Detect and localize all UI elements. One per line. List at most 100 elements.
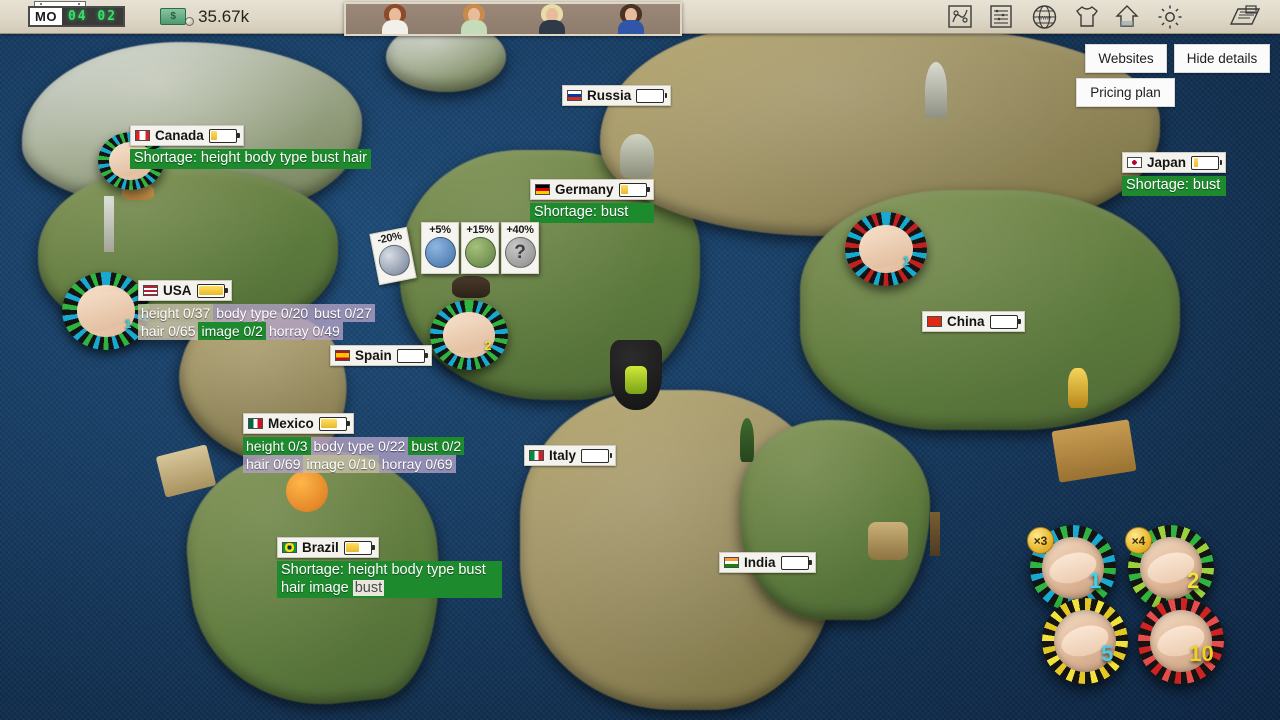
tshirt-icon[interactable] [1073, 4, 1100, 30]
portrait-slot-4[interactable] [614, 4, 648, 34]
chip-10-value: 10 [1189, 641, 1213, 667]
chip-1[interactable]: 1 ×3 [1030, 525, 1116, 611]
country-label-japan[interactable]: Japan Shortage: bust [1122, 152, 1226, 196]
russia-header[interactable]: Russia [562, 85, 671, 106]
flag-usa [143, 285, 158, 296]
portrait-slot-1[interactable] [378, 4, 412, 34]
map-icon[interactable] [947, 4, 974, 30]
spain-header[interactable]: Spain [330, 345, 432, 366]
decor-golden-idol [1068, 368, 1088, 408]
decor-space-needle [104, 196, 114, 252]
usa-header[interactable]: USA [138, 280, 232, 301]
flag-india [724, 557, 739, 568]
www-globe-icon[interactable]: www [1031, 4, 1058, 30]
bonus-card-bed[interactable]: +5% [421, 222, 459, 274]
china-name: China [947, 314, 985, 329]
flag-russia [567, 90, 582, 101]
country-label-brazil[interactable]: Brazil Shortage: height body type bust h… [277, 537, 502, 598]
flag-canada [135, 130, 150, 141]
bonus-card-garden[interactable]: +15% [461, 222, 499, 274]
brazil-shortage: Shortage: height body type bust hair ima… [277, 561, 502, 598]
country-label-spain[interactable]: Spain [330, 345, 432, 366]
mexico-stat-image: image 0/10 [303, 455, 378, 473]
chip-5-value: 5 [1101, 641, 1113, 667]
spain-battery [397, 349, 425, 363]
brazil-battery [344, 541, 372, 555]
pricing-plan-button[interactable]: Pricing plan [1076, 78, 1175, 107]
italy-name: Italy [549, 448, 576, 463]
germany-battery [619, 183, 647, 197]
chip-1-multiplier: ×3 [1027, 527, 1054, 554]
portrait-slot-3[interactable] [535, 4, 569, 34]
mexico-battery [319, 417, 347, 431]
bonus-card-unknown-pct: +40% [506, 224, 533, 236]
map-token-usa[interactable]: 1 [62, 272, 150, 350]
chip-10[interactable]: 10 [1138, 598, 1224, 684]
usa-stat-image: image 0/2 [198, 322, 265, 340]
decor-soccer-ball [286, 470, 328, 512]
italy-header[interactable]: Italy [524, 445, 616, 466]
country-label-canada[interactable]: Canada Shortage: height body type bust h… [130, 125, 371, 169]
map-token-spain-num: 2 [484, 338, 491, 353]
japan-name: Japan [1147, 155, 1186, 170]
country-label-china[interactable]: China [922, 311, 1025, 332]
map-token-spain[interactable]: 2 [430, 300, 508, 370]
canada-name: Canada [155, 128, 204, 143]
portrait-slot-2[interactable] [457, 4, 491, 34]
chip-1-value: 1 [1089, 568, 1101, 594]
russia-battery [636, 89, 664, 103]
decor-monument-russia [925, 62, 947, 118]
bonus-card-laundry-pct: -20% [376, 230, 402, 246]
bonus-card-unknown-art: ? [505, 237, 536, 268]
flag-japan [1127, 157, 1142, 168]
bonus-card-garden-art [465, 237, 496, 268]
india-header[interactable]: India [719, 552, 816, 573]
upgrade-arrow-icon[interactable] [1115, 4, 1142, 30]
websites-button[interactable]: Websites [1085, 44, 1167, 73]
character-portrait-tray[interactable] [344, 2, 682, 36]
gear-icon[interactable] [1157, 4, 1184, 30]
decor-snake-basket-india [868, 522, 908, 560]
germany-shortage: Shortage: bust [530, 203, 654, 223]
ledger-icon[interactable] [989, 4, 1016, 30]
usa-stat-height: height 0/37 [138, 304, 213, 322]
mexico-stat-bust: bust 0/2 [408, 437, 464, 455]
india-battery [781, 556, 809, 570]
japan-header[interactable]: Japan [1122, 152, 1226, 173]
canada-shortage: Shortage: height body type bust hair [130, 149, 371, 169]
map-token-usa-num: 1 [124, 316, 131, 331]
country-label-usa[interactable]: USA height 0/37body type 0/20bust 0/27 h… [138, 280, 375, 340]
hide-details-button[interactable]: Hide details [1174, 44, 1270, 73]
map-token-asia[interactable]: 1 [845, 212, 927, 286]
bonus-card-unknown[interactable]: +40% ? [501, 222, 539, 274]
decor-bison [452, 276, 490, 298]
country-label-mexico[interactable]: Mexico height 0/3body type 0/22bust 0/2 … [243, 413, 464, 473]
decor-lamp-glow [625, 366, 647, 394]
canada-battery [209, 129, 237, 143]
toolbar-icon-group: www [947, 0, 1184, 34]
mexico-header[interactable]: Mexico [243, 413, 354, 434]
spain-name: Spain [355, 348, 392, 363]
germany-header[interactable]: Germany [530, 179, 654, 200]
clock-widget[interactable]: MO 04 02 [28, 6, 125, 27]
china-header[interactable]: China [922, 311, 1025, 332]
flag-germany [535, 184, 550, 195]
canada-header[interactable]: Canada [130, 125, 244, 146]
italy-battery [581, 449, 609, 463]
brazil-name: Brazil [302, 540, 339, 555]
country-label-russia[interactable]: Russia [562, 85, 671, 106]
brazil-header[interactable]: Brazil [277, 537, 379, 558]
chip-5[interactable]: 5 [1042, 598, 1128, 684]
mexico-stat-horray: horray 0/69 [379, 455, 456, 473]
decor-palm-tree [930, 512, 940, 556]
country-label-italy[interactable]: Italy [524, 445, 616, 466]
country-label-india[interactable]: India [719, 552, 816, 573]
svg-text:www: www [1037, 16, 1052, 22]
cash-icon [160, 8, 186, 25]
mail-newspaper-icon[interactable] [1228, 4, 1262, 30]
country-label-germany[interactable]: Germany Shortage: bust [530, 179, 654, 223]
usa-stat-bust: bust 0/27 [311, 304, 375, 322]
decor-cypress-tree [740, 418, 754, 462]
mexico-stat-body-type: body type 0/22 [311, 437, 409, 455]
chip-2-multiplier: ×4 [1125, 527, 1152, 554]
